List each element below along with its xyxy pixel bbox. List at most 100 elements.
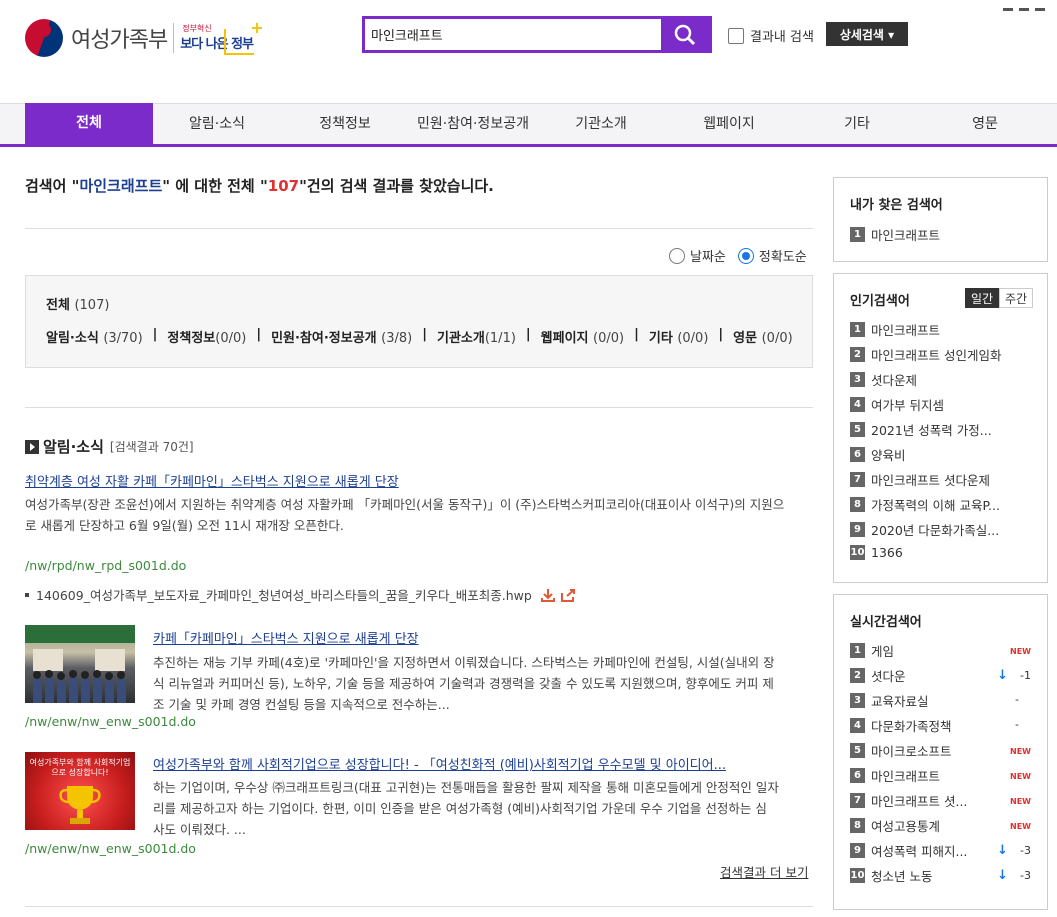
total-label: 전체	[46, 298, 70, 313]
category-civil[interactable]: 민원·참여·정보공개 (3/8)	[271, 327, 412, 346]
category-etc[interactable]: 기타 (0/0)	[649, 327, 709, 346]
category-about[interactable]: 기관소개(1/1)	[437, 327, 516, 346]
result-title[interactable]: 여성가족부와 함께 사회적기업으로 성장합니다! - 「여성친화적 (예비)사회…	[153, 754, 726, 773]
daily-toggle[interactable]: 일간	[965, 288, 999, 308]
result-thumbnail[interactable]	[25, 625, 135, 703]
preview-icon[interactable]	[560, 588, 576, 602]
result-url[interactable]: /nw/rpd/nw_rpd_s001d.do	[25, 558, 186, 573]
realtime-item[interactable]: 8 여성고용통계	[850, 816, 940, 835]
realtime-label: 여성고용통계	[871, 819, 941, 834]
within-results-checkbox[interactable]: 결과내 검색	[728, 26, 814, 45]
result-url[interactable]: /nw/enw/nw_enw_s001d.do	[25, 714, 196, 729]
category-webpage[interactable]: 웹페이지 (0/0)	[541, 327, 624, 346]
category-english[interactable]: 영문 (0/0)	[733, 327, 793, 346]
category-count: (3/8)	[381, 331, 413, 346]
trophy-icon	[59, 786, 101, 824]
tab-etc[interactable]: 기타	[793, 104, 921, 145]
sort-accuracy-label[interactable]: 정확도순	[759, 246, 807, 265]
popular-item[interactable]: 1 마인크래프트	[850, 320, 940, 339]
rank-number: 8	[850, 818, 865, 833]
rank-change-value: -3	[1020, 869, 1031, 882]
divider	[25, 906, 813, 907]
rank-number: 4	[850, 718, 865, 733]
result-url[interactable]: /nw/enw/nw_enw_s001d.do	[25, 841, 196, 856]
search-button[interactable]	[661, 19, 709, 50]
sort-accuracy-radio[interactable]	[737, 247, 754, 264]
within-results-label: 결과내 검색	[750, 30, 814, 45]
separator: |	[718, 327, 724, 342]
ministry-logo[interactable]: 여성가족부 정부혁신 보다 나은 정부 +	[25, 18, 264, 57]
sort-date-radio[interactable]	[669, 247, 685, 264]
tab-news[interactable]: 알림·소식	[153, 104, 281, 145]
rank-number: 1	[850, 322, 865, 337]
realtime-item[interactable]: 2 셧다운	[850, 666, 906, 685]
period-toggle: 일간 주간	[965, 288, 1033, 308]
realtime-item[interactable]: 10 청소년 노동	[850, 866, 932, 885]
result-title[interactable]: 카페「카페마인」스타벅스 지원으로 새롭게 단장	[153, 628, 419, 647]
weekly-toggle[interactable]: 주간	[999, 288, 1033, 308]
popular-item[interactable]: 5 2021년 성폭력 가정...	[850, 420, 992, 439]
popular-item[interactable]: 9 2020년 다문화가족실...	[850, 520, 999, 539]
category-count: (1/1)	[484, 331, 516, 346]
result-title[interactable]: 취약계층 여성 자활 카페「카페마인」스타벅스 지원으로 새롭게 단장	[25, 471, 399, 490]
popular-item[interactable]: 10 1366	[850, 545, 903, 560]
rank-change: ↓ -1	[997, 668, 1031, 683]
checkbox-box[interactable]	[728, 27, 744, 44]
popular-label: 가정폭력의 이해 교육P...	[871, 498, 1000, 513]
result-thumbnail[interactable]: 여성가족부와 함께 사회적기업으로 성장합니다!	[25, 752, 135, 830]
download-icon[interactable]	[540, 588, 556, 602]
category-count: (0/0)	[593, 331, 625, 346]
arrow-down-icon: ↓	[997, 668, 1009, 683]
rank-number: 3	[850, 372, 865, 387]
rank-number: 9	[850, 522, 865, 537]
popular-item[interactable]: 8 가정폭력의 이해 교육P...	[850, 495, 1000, 514]
search-input[interactable]	[365, 19, 661, 50]
popular-item[interactable]: 3 셧다운제	[850, 370, 917, 389]
realtime-item[interactable]: 3 교육자료실	[850, 691, 929, 710]
attachment-filename[interactable]: 140609_여성가족부_보도자료_카페마인_청년여성_바리스타들의_꿈을_키우…	[36, 585, 532, 604]
popular-item[interactable]: 2 마인크래프트 성인게임화	[850, 345, 1001, 364]
rank-number: 8	[850, 497, 865, 512]
tab-policy[interactable]: 정책정보	[281, 104, 409, 145]
realtime-item[interactable]: 5 마이크로소프트	[850, 741, 952, 760]
my-searches-panel: 내가 찾은 검색어 1 마인크래프트	[833, 177, 1048, 262]
tab-webpage[interactable]: 웹페이지	[665, 104, 793, 145]
detail-search-button[interactable]: 상세검색 ▾	[826, 22, 908, 46]
category-count: (0/0)	[761, 331, 793, 346]
rank-number: 10	[850, 545, 865, 560]
rank-number: 7	[850, 472, 865, 487]
category-label: 기관소개	[437, 331, 485, 346]
utility-bar-icon	[1035, 8, 1045, 11]
popular-item[interactable]: 4 여가부 뒤지셈	[850, 395, 944, 414]
rank-number: 5	[850, 743, 865, 758]
tab-civil[interactable]: 민원·참여·정보공개	[409, 104, 537, 145]
tab-all[interactable]: 전체	[25, 103, 153, 147]
realtime-item[interactable]: 7 마인크래프트 셧...	[850, 791, 967, 810]
attachment-row: 140609_여성가족부_보도자료_카페마인_청년여성_바리스타들의_꿈을_키우…	[25, 585, 576, 604]
realtime-item[interactable]: 4 다문화가족정책	[850, 716, 952, 735]
realtime-item[interactable]: 6 마인크래프트	[850, 766, 940, 785]
category-label: 기타	[648, 331, 673, 346]
my-search-item[interactable]: 1 마인크래프트	[850, 225, 940, 244]
category-policy[interactable]: 정책정보(0/0)	[167, 327, 246, 346]
more-results-link[interactable]: 검색결과 더 보기	[720, 862, 808, 881]
category-count: (0/0)	[215, 331, 247, 346]
search-summary: 검색어 "마인크래프트" 에 대한 전체 "107"건의 검색 결과를 찾았습니…	[25, 175, 494, 196]
realtime-item[interactable]: 1 게임	[850, 641, 894, 660]
search-icon	[674, 24, 696, 45]
popular-label: 2021년 성폭력 가정...	[871, 423, 992, 438]
tab-about[interactable]: 기관소개	[537, 104, 665, 145]
popular-label: 마인크래프트 셧다운제	[871, 473, 990, 488]
sort-date-label[interactable]: 날짜순	[690, 246, 726, 265]
popular-item[interactable]: 7 마인크래프트 셧다운제	[850, 470, 990, 489]
arrow-down-icon: ↓	[997, 868, 1009, 883]
section-count: [검색결과 70건]	[109, 440, 194, 454]
section-title: 알림·소식	[43, 438, 104, 456]
rank-number: 1	[850, 227, 865, 242]
category-news[interactable]: 알림·소식 (3/70)	[46, 327, 143, 346]
popular-item[interactable]: 6 양육비	[850, 445, 906, 464]
realtime-item[interactable]: 9 여성폭력 피해지...	[850, 841, 967, 860]
total-category[interactable]: 전체 (107)	[46, 294, 109, 313]
tab-english[interactable]: 영문	[921, 104, 1049, 145]
summary-middle: " 에 대한 전체 "	[162, 177, 268, 195]
